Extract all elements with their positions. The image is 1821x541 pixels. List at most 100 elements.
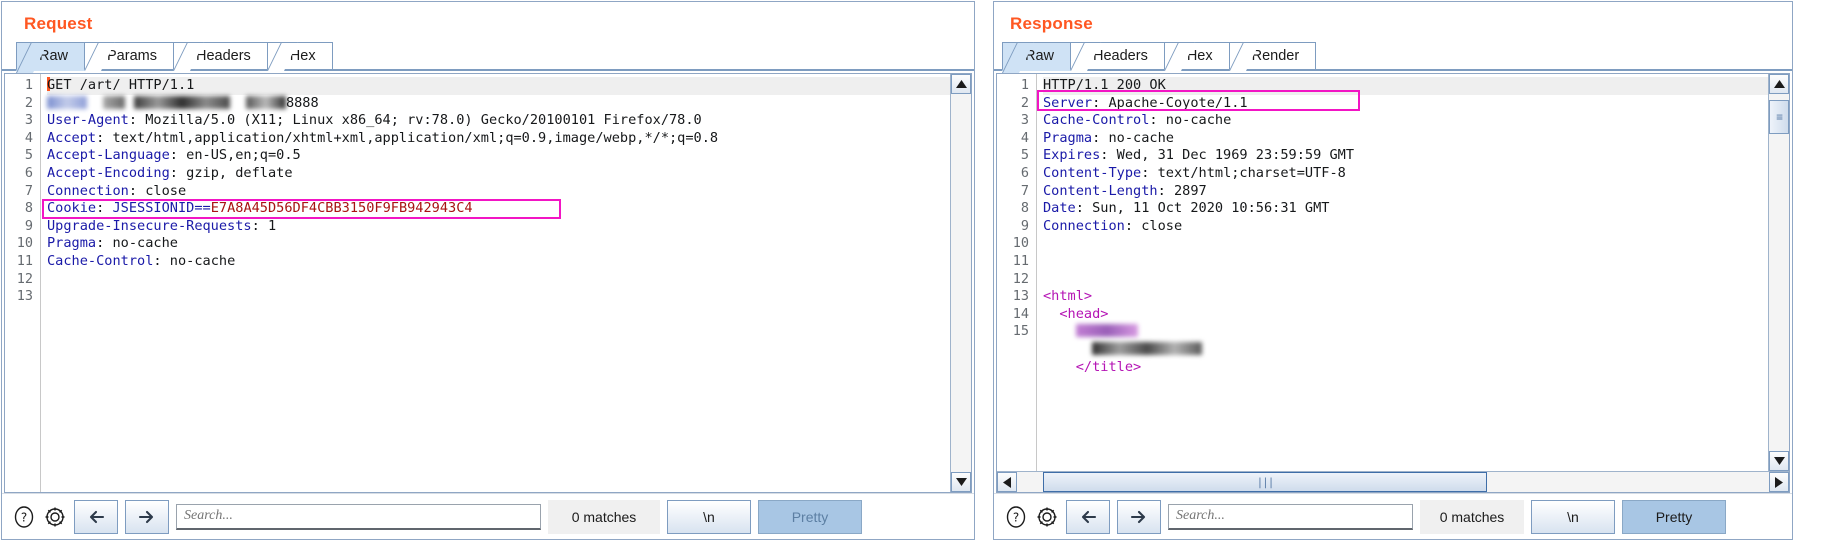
request-panel: Request Raw Params Headers Hex 1 2 3 4 5… bbox=[1, 1, 975, 540]
tab-response-hex[interactable]: Hex bbox=[1163, 42, 1230, 69]
request-panel-title: Request bbox=[24, 14, 93, 33]
request-line-numbers: 1 2 3 4 5 6 7 8 9 10 11 12 13 bbox=[5, 74, 41, 492]
redaction-blur bbox=[133, 95, 230, 109]
line-number: 11 bbox=[1012, 252, 1029, 269]
response-editor[interactable]: 1 2 3 4 5 6 7 8 9 10 11 12 13 14 15 HTTP… bbox=[996, 73, 1790, 493]
request-line-12 bbox=[47, 271, 950, 289]
tab-response-headers[interactable]: Headers bbox=[1070, 42, 1165, 69]
line-number: 5 bbox=[1020, 147, 1029, 164]
gear-icon[interactable] bbox=[43, 505, 67, 529]
question-mark-icon[interactable]: ? bbox=[12, 505, 36, 529]
line-number: 10 bbox=[16, 235, 33, 252]
response-search-input[interactable] bbox=[1168, 503, 1413, 530]
question-mark-icon[interactable]: ? bbox=[1004, 505, 1028, 529]
response-pretty-button[interactable]: Pretty bbox=[1622, 499, 1726, 534]
response-line-1: HTTP/1.1 200 OK bbox=[1043, 77, 1768, 95]
tab-request-raw[interactable]: Raw bbox=[16, 42, 86, 71]
request-line-6: Accept-Encoding: gzip, deflate bbox=[47, 164, 293, 181]
redaction-blur bbox=[245, 95, 286, 109]
line-number: 6 bbox=[1020, 164, 1029, 181]
line-number: 14 bbox=[1012, 305, 1029, 322]
scroll-thumb-grip: ||| bbox=[1256, 475, 1275, 489]
search-back-button[interactable] bbox=[1066, 499, 1110, 534]
response-line-7: Content-Length: 2897 bbox=[1043, 182, 1207, 199]
tab-response-render[interactable]: Render bbox=[1228, 42, 1317, 69]
cookie-value: E7A8A45D56DF4CBB3150F9FB942943C4 bbox=[210, 200, 473, 217]
response-line-2-server: Server: Apache-Coyote/1.1 bbox=[1043, 94, 1248, 111]
burp-http-message-viewer: Request Raw Params Headers Hex 1 2 3 4 5… bbox=[0, 0, 1821, 541]
response-hscroll-thumb[interactable]: ||| bbox=[1043, 472, 1487, 492]
search-back-button[interactable] bbox=[74, 499, 118, 534]
request-match-count: 0 matches bbox=[548, 499, 660, 534]
response-toolbar: ? 0 matches \n Pretty bbox=[994, 493, 1792, 539]
response-editor-body[interactable]: 1 2 3 4 5 6 7 8 9 10 11 12 13 14 15 HTTP… bbox=[997, 74, 1768, 471]
line-number: 12 bbox=[1012, 270, 1029, 287]
request-line-4: Accept: text/html,application/xhtml+xml,… bbox=[47, 129, 719, 146]
line-number: 5 bbox=[24, 147, 33, 164]
line-number: 9 bbox=[24, 217, 33, 234]
line-number: 12 bbox=[16, 270, 33, 287]
response-code[interactable]: HTTP/1.1 200 OK Server: Apache-Coyote/1.… bbox=[1037, 74, 1768, 471]
svg-text:?: ? bbox=[1013, 510, 1019, 524]
line-number: 1 bbox=[1020, 77, 1029, 93]
response-match-count: 0 matches bbox=[1420, 499, 1524, 534]
svg-text:?: ? bbox=[21, 510, 27, 524]
response-scroll-track[interactable]: ≡ bbox=[1769, 94, 1789, 451]
search-forward-button[interactable] bbox=[1117, 499, 1161, 534]
scroll-left-button[interactable] bbox=[997, 472, 1017, 492]
request-toolbar: ? 0 matches \n Pretty bbox=[2, 493, 974, 539]
tab-request-hex[interactable]: Hex bbox=[266, 42, 333, 69]
request-editor[interactable]: 1 2 3 4 5 6 7 8 9 10 11 12 13 GET /art/ … bbox=[4, 73, 972, 493]
response-hscroll-track[interactable]: ||| bbox=[1017, 472, 1769, 492]
line-number: 4 bbox=[1020, 129, 1029, 146]
gear-icon[interactable] bbox=[1035, 505, 1059, 529]
scroll-up-button[interactable] bbox=[1769, 74, 1789, 94]
response-panel: Response Raw Headers Hex Render 1 2 3 4 … bbox=[993, 1, 1793, 540]
response-line-15-title bbox=[1043, 323, 1768, 341]
redaction-blur bbox=[1092, 341, 1203, 355]
response-line-11 bbox=[1043, 253, 1768, 271]
request-line-5: Accept-Language: en-US,en;q=0.5 bbox=[47, 147, 301, 164]
response-vertical-scrollbar[interactable]: ≡ bbox=[1768, 74, 1789, 471]
line-number: 9 bbox=[1020, 217, 1029, 234]
tab-response-raw[interactable]: Raw bbox=[1002, 42, 1072, 71]
scroll-down-button[interactable] bbox=[1769, 451, 1789, 471]
request-line-8-cookie: Cookie: JSESSIONID==E7A8A45D56DF4CBB3150… bbox=[47, 200, 473, 217]
response-line-14-head: <head> bbox=[1043, 305, 1109, 322]
line-number: 1 bbox=[24, 77, 33, 93]
request-line-1: GET /art/ HTTP/1.1 bbox=[47, 77, 950, 95]
scroll-down-button[interactable] bbox=[951, 472, 971, 492]
response-scroll-thumb[interactable]: ≡ bbox=[1769, 100, 1789, 134]
tab-request-headers[interactable]: Headers bbox=[172, 42, 268, 69]
request-pretty-button[interactable]: Pretty bbox=[758, 499, 862, 534]
response-line-8: Date: Sun, 11 Oct 2020 10:56:31 GMT bbox=[1043, 200, 1330, 217]
line-number: 8 bbox=[1020, 200, 1029, 217]
response-line-16-title-close: </title> bbox=[1043, 358, 1142, 375]
request-line-7: Connection: close bbox=[47, 182, 187, 199]
request-editor-body[interactable]: 1 2 3 4 5 6 7 8 9 10 11 12 13 GET /art/ … bbox=[5, 74, 950, 492]
response-line-5: Expires: Wed, 31 Dec 1969 23:59:59 GMT bbox=[1043, 147, 1355, 164]
scroll-right-button[interactable] bbox=[1769, 472, 1789, 492]
line-number: 8 bbox=[24, 200, 33, 217]
response-horizontal-scrollbar[interactable]: ||| bbox=[997, 471, 1789, 492]
line-number: 2 bbox=[1020, 94, 1029, 111]
response-line-4: Pragma: no-cache bbox=[1043, 129, 1174, 146]
line-number: 15 bbox=[1012, 323, 1029, 340]
request-code[interactable]: GET /art/ HTTP/1.1 8888 User-Agent: Mozi… bbox=[41, 74, 950, 492]
search-forward-button[interactable] bbox=[125, 499, 169, 534]
line-number: 3 bbox=[24, 112, 33, 129]
response-newline-button[interactable]: \n bbox=[1531, 499, 1615, 534]
panel-splitter[interactable] bbox=[975, 0, 993, 541]
request-newline-button[interactable]: \n bbox=[667, 499, 751, 534]
request-scroll-track[interactable] bbox=[951, 94, 971, 472]
request-vertical-scrollbar[interactable] bbox=[950, 74, 971, 492]
line-number: 4 bbox=[24, 129, 33, 146]
response-line-6: Content-Type: text/html;charset=UTF-8 bbox=[1043, 164, 1346, 181]
line-number: 11 bbox=[16, 252, 33, 269]
tab-request-params[interactable]: Params bbox=[84, 42, 174, 69]
line-number: 13 bbox=[1012, 288, 1029, 305]
scroll-up-button[interactable] bbox=[951, 74, 971, 94]
request-search-input[interactable] bbox=[176, 503, 541, 530]
line-number: 13 bbox=[16, 288, 33, 305]
scroll-thumb-grip: ≡ bbox=[1776, 110, 1783, 124]
